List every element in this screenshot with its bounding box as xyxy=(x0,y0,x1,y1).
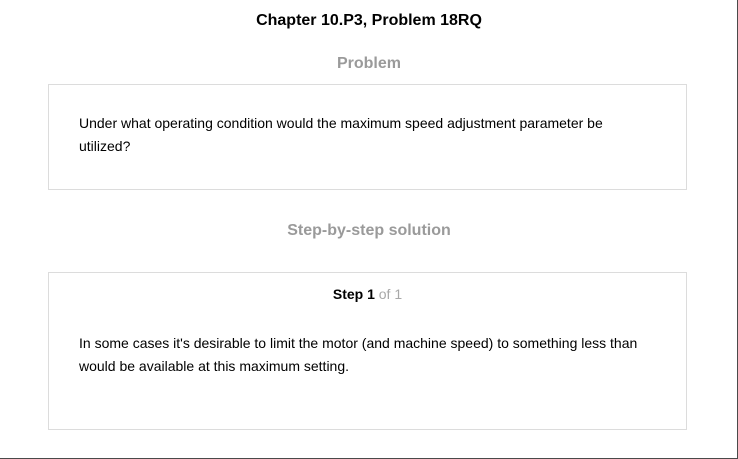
problem-card: Under what operating condition would the… xyxy=(48,84,687,190)
solution-text: In some cases it's desirable to limit th… xyxy=(79,335,638,374)
solution-heading: Step-by-step solution xyxy=(287,222,451,239)
solution-card: Step 1 of 1 In some cases it's desirable… xyxy=(48,272,687,430)
step-number: Step 1 xyxy=(332,286,375,302)
problem-text: Under what operating condition would the… xyxy=(79,115,603,154)
problem-heading: Problem xyxy=(336,55,401,72)
step-total: of 1 xyxy=(378,286,403,302)
step-indicator: Step 1 of 1 xyxy=(49,286,686,302)
page-title: Chapter 10.P3, Problem 18RQ xyxy=(256,12,482,29)
